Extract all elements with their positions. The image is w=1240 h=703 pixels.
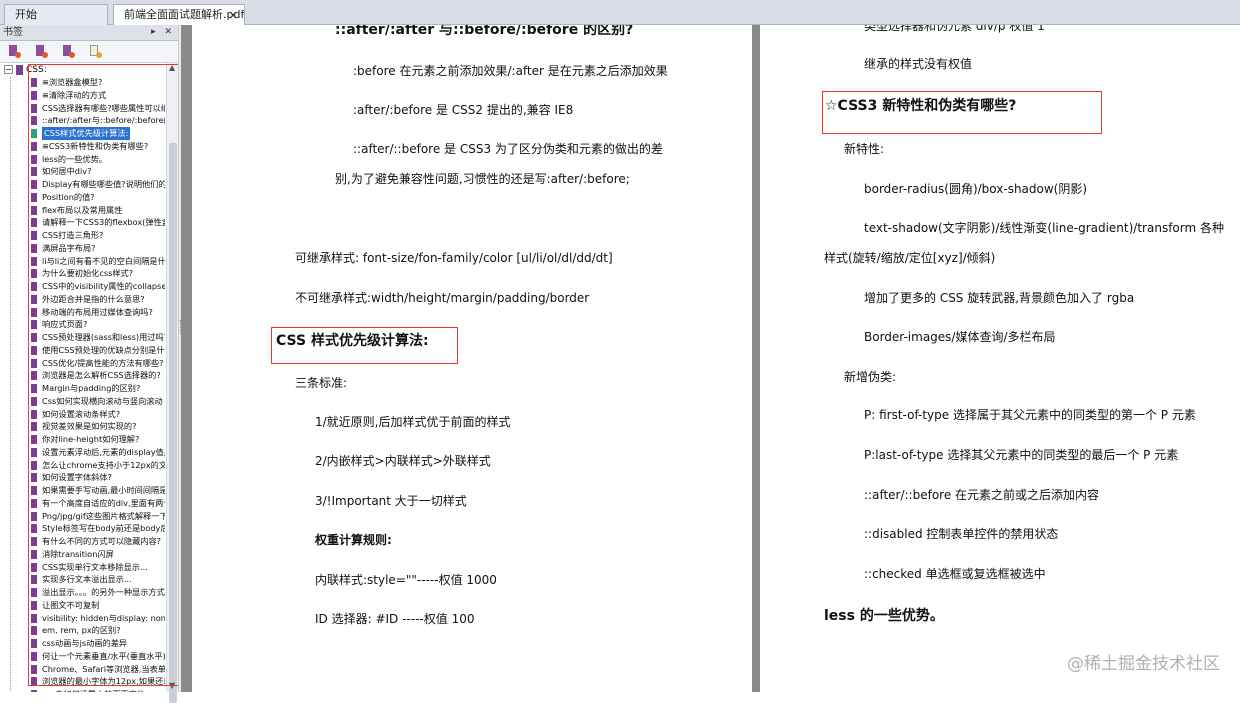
- paragraph: ID 选择器: #ID -----权值 100: [315, 610, 474, 627]
- paragraph: P: first-of-type 选择属于其父元素中的同类型的第一个 P 元素: [864, 406, 1196, 423]
- paragraph: 增加了更多的 CSS 旋转武器,背景颜色加入了 rgba: [864, 289, 1134, 306]
- bookmarks-title: 书签: [3, 27, 23, 38]
- document-viewer: ::after/:after 与::before/:before 的区别? :b…: [181, 25, 1240, 692]
- tab-start[interactable]: 开始: [4, 4, 108, 25]
- paragraph: 2/内嵌样式>内联样式>外联样式: [315, 452, 491, 469]
- bookmarks-toolbar: [0, 41, 179, 63]
- paragraph: ::after/::before 是 CSS3 为了区分伪类和元素的做出的差: [353, 140, 663, 157]
- collapse-icon[interactable]: −: [4, 65, 13, 74]
- paragraph: :after/:before 是 CSS2 提出的,兼容 IE8: [353, 101, 573, 118]
- tab-document[interactable]: 前端全面面试题解析.pdf ×: [113, 4, 245, 26]
- tab-label: 前端全面面试题解析.pdf: [124, 8, 244, 21]
- paragraph: 类型选择器和伪元素 div/p 权值 1: [864, 25, 1045, 34]
- bookmark-properties-icon[interactable]: [62, 45, 75, 58]
- tree-guide-line: [10, 77, 11, 692]
- delete-bookmark-icon[interactable]: [35, 45, 48, 58]
- paragraph: 3/!Important 大于一切样式: [315, 492, 467, 509]
- section-heading: ☆CSS3 新特性和伪类有哪些?: [825, 95, 1016, 115]
- paragraph: ::checked 单选框或复选框被选中: [864, 565, 1046, 582]
- paragraph: ::after/::before 在元素之前或之后添加内容: [864, 486, 1099, 503]
- paragraph: 权重计算规则:: [315, 531, 392, 548]
- page-properties-icon[interactable]: [89, 45, 102, 58]
- bookmark-icon: [16, 65, 23, 75]
- bookmarks-header: 书签 ▸ ✕: [0, 25, 179, 41]
- section-heading: less 的一些优势。: [824, 605, 944, 625]
- paragraph: 可继承样式: font-size/fon-family/color [ul/li…: [295, 249, 613, 266]
- paragraph: 新增伪类:: [844, 368, 896, 385]
- bookmark-label: css中如何设置小的页面字体: [42, 688, 145, 692]
- section-heading: CSS 样式优先级计算法:: [276, 330, 429, 350]
- section-heading: ::after/:after 与::before/:before 的区别?: [335, 25, 633, 39]
- add-bookmark-icon[interactable]: [8, 45, 21, 58]
- paragraph: 别,为了避免兼容性问题,习惯性的还是写:after/:before;: [335, 170, 630, 187]
- close-icon[interactable]: ×: [228, 5, 238, 25]
- paragraph: 三条标准:: [295, 374, 347, 391]
- paragraph: 1/就近原则,后加样式优于前面的样式: [315, 413, 511, 430]
- watermark: @稀土掘金技术社区: [1067, 649, 1220, 674]
- paragraph: :before 在元素之前添加效果/:after 是在元素之后添加效果: [353, 62, 668, 79]
- bookmark-item[interactable]: css中如何设置小的页面字体: [22, 688, 165, 692]
- paragraph: 新特性:: [844, 140, 884, 157]
- paragraph: P:last-of-type 选择其父元素中的同类型的最后一个 P 元素: [864, 446, 1178, 463]
- paragraph: border-radius(圆角)/box-shadow(阴影): [864, 180, 1087, 197]
- pdf-page-right: 类型选择器和伪元素 div/p 权值 1 继承的样式没有权值 ☆CSS3 新特性…: [760, 25, 1240, 692]
- paragraph: 继承的样式没有权值: [864, 55, 972, 72]
- paragraph: 样式(旋转/缩放/定位[xyz]/倾斜): [824, 249, 995, 266]
- paragraph: 不可继承样式:width/height/margin/padding/borde…: [295, 289, 589, 306]
- paragraph: text-shadow(文字阴影)/线性渐变(line-gradient)/tr…: [864, 219, 1224, 236]
- pdf-page-left: ::after/:after 与::before/:before 的区别? :b…: [192, 25, 752, 692]
- paragraph: 内联样式:style=""-----权值 1000: [315, 571, 497, 588]
- paragraph: Border-images/媒体查询/多栏布局: [864, 328, 1056, 345]
- panel-controls[interactable]: ▸ ✕: [151, 25, 175, 40]
- paragraph: ::disabled 控制表单控件的禁用状态: [864, 525, 1058, 542]
- tab-bar: 开始 前端全面面试题解析.pdf ×: [0, 0, 1240, 25]
- tab-label: 开始: [15, 8, 37, 21]
